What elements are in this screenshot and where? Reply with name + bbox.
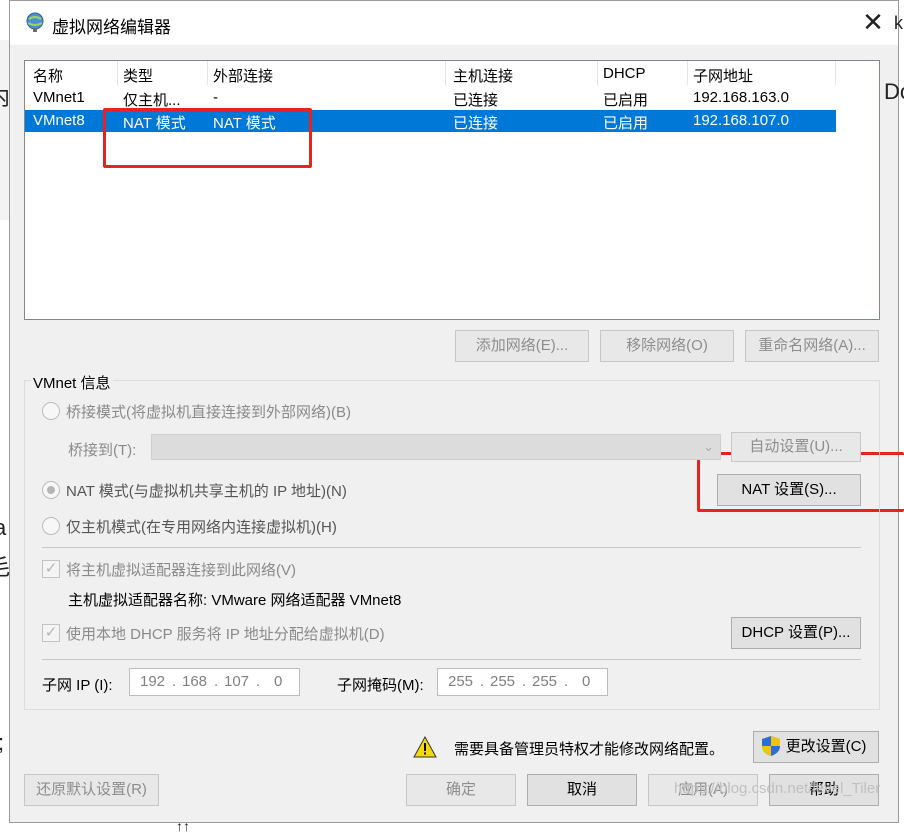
chevron-down-icon: ⌄: [703, 439, 714, 454]
column-header-subnet[interactable]: 子网地址: [693, 65, 753, 85]
ip-dot: .: [214, 673, 219, 690]
window-title: 虚拟网络编辑器: [52, 18, 171, 37]
mask-dot: .: [564, 673, 569, 690]
uac-shield-icon: [762, 736, 780, 756]
column-separator[interactable]: [445, 61, 446, 85]
network-globe-icon: [26, 12, 44, 32]
mask-octet: 255: [532, 673, 558, 690]
cell-name: VMnet8: [33, 112, 85, 129]
watermark-text: https://blog.csdn.net/level_Tiler: [674, 780, 881, 797]
remove-network-button[interactable]: 移除网络(O): [600, 330, 734, 362]
cell-external: -: [213, 89, 218, 106]
cell-type: 仅主机...: [123, 92, 181, 109]
column-header-name[interactable]: 名称: [33, 65, 63, 85]
column-separator[interactable]: [117, 61, 118, 85]
background-page-left-strip: [0, 40, 9, 220]
ok-button[interactable]: 确定: [406, 774, 516, 806]
connect-adapter-checkbox[interactable]: ✓: [42, 560, 60, 578]
ip-dot: .: [172, 673, 177, 690]
subnet-mask-field[interactable]: 255 . 255 . 255 . 0: [437, 668, 608, 696]
cell-host: 已连接: [453, 115, 499, 132]
divider: [42, 547, 861, 548]
close-button[interactable]: ✕: [858, 9, 888, 37]
highlight-annotation: [103, 108, 312, 168]
ip-octet: 192: [140, 673, 166, 690]
mask-octet: 255: [448, 673, 474, 690]
background-text-fragment: a: [0, 515, 7, 540]
cell-dhcp: 已启用: [603, 92, 649, 109]
column-separator[interactable]: [687, 61, 688, 85]
table-row[interactable]: VMnet1 仅主机... - 已连接 已启用 192.168.163.0: [25, 87, 836, 109]
column-header-type[interactable]: 类型: [123, 65, 153, 85]
nat-settings-button[interactable]: NAT 设置(S)...: [717, 474, 861, 506]
add-network-button[interactable]: 添加网络(E)...: [455, 330, 589, 362]
adapter-name-label: 主机虚拟适配器名称: VMware 网络适配器 VMnet8: [68, 592, 402, 609]
admin-warning-text: 需要具备管理员特权才能修改网络配置。: [454, 741, 725, 758]
dhcp-settings-button[interactable]: DHCP 设置(P)...: [731, 617, 861, 649]
cell-host: 已连接: [453, 92, 499, 109]
change-settings-label: 更改设置(C): [785, 738, 867, 755]
mask-dot: .: [522, 673, 527, 690]
nat-mode-radio[interactable]: [42, 481, 60, 499]
vmnet-info-group-title: VMnet 信息: [31, 372, 113, 393]
close-icon: ✕: [862, 7, 884, 37]
cell-dhcp: 已启用: [603, 115, 649, 132]
ip-dot: .: [256, 673, 261, 690]
connect-adapter-label: 将主机虚拟适配器连接到此网络(V): [66, 562, 296, 579]
bridge-to-label: 桥接到(T):: [68, 442, 137, 459]
host-only-mode-radio[interactable]: [42, 517, 60, 535]
host-only-mode-label: 仅主机模式(在专用网络内连接虚拟机)(H): [66, 519, 337, 536]
mask-octet: 0: [582, 673, 591, 690]
network-list[interactable]: 名称 类型 外部连接 主机连接 DHCP 子网地址 VMnet1 仅主机... …: [24, 60, 880, 320]
title-bar: 虚拟网络编辑器 ✕: [10, 1, 898, 45]
column-header-dhcp[interactable]: DHCP: [603, 65, 646, 85]
background-text-fragment: ;: [0, 730, 4, 756]
list-header: 名称 类型 外部连接 主机连接 DHCP 子网地址: [25, 61, 879, 87]
auto-settings-button[interactable]: 自动设置(U)...: [731, 432, 861, 462]
column-separator[interactable]: [207, 61, 208, 85]
cell-subnet: 192.168.107.0: [693, 112, 789, 129]
bridge-to-select[interactable]: ⌄: [151, 434, 721, 460]
divider: [42, 659, 861, 660]
warning-icon: [413, 736, 437, 758]
ip-octet: 168: [182, 673, 208, 690]
vmnet-info-group: [24, 380, 880, 710]
column-separator[interactable]: [835, 61, 836, 85]
subnet-ip-field[interactable]: 192 . 168 . 107 . 0: [129, 668, 300, 696]
ip-octet: 107: [224, 673, 250, 690]
bridged-mode-radio[interactable]: [42, 402, 60, 420]
background-text-fragment: k: [894, 13, 903, 33]
use-dhcp-label: 使用本地 DHCP 服务将 IP 地址分配给虚拟机(D): [66, 626, 385, 643]
mask-octet: 255: [490, 673, 516, 690]
column-header-external[interactable]: 外部连接: [213, 65, 273, 85]
nat-mode-label: NAT 模式(与虚拟机共享主机的 IP 地址)(N): [66, 483, 347, 500]
restore-defaults-button[interactable]: 还原默认设置(R): [24, 774, 159, 806]
cell-subnet: 192.168.163.0: [693, 89, 789, 106]
cancel-button[interactable]: 取消: [527, 774, 637, 806]
use-dhcp-checkbox[interactable]: ✓: [42, 624, 60, 642]
cell-name: VMnet1: [33, 89, 85, 106]
background-text-fragment: Do: [884, 79, 904, 104]
column-header-host[interactable]: 主机连接: [453, 65, 513, 85]
subnet-mask-label: 子网掩码(M):: [337, 677, 424, 694]
ip-octet: 0: [274, 673, 283, 690]
subnet-ip-label: 子网 IP (I):: [42, 677, 113, 694]
mask-dot: .: [480, 673, 485, 690]
rename-network-button[interactable]: 重命名网络(A)...: [745, 330, 879, 362]
column-separator[interactable]: [597, 61, 598, 85]
bridged-mode-label: 桥接模式(将虚拟机直接连接到外部网络)(B): [66, 404, 351, 421]
